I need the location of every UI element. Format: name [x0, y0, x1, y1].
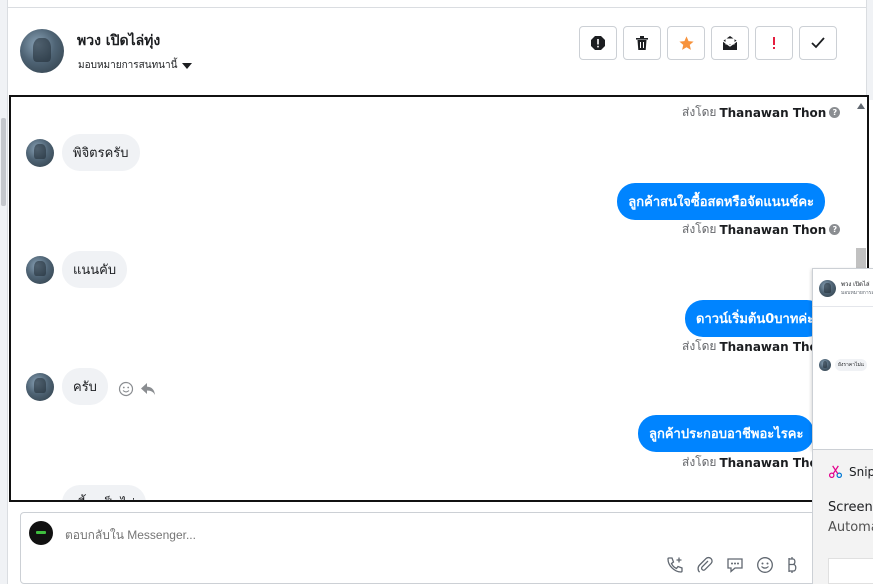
- popup-contact-name: พวง เปิดไล่: [841, 281, 870, 288]
- incoming-message: ครับ: [26, 368, 108, 405]
- snip-sub-message: Automa: [828, 520, 873, 535]
- attachment-icon[interactable]: [696, 556, 714, 578]
- reply-input[interactable]: [65, 528, 565, 542]
- composer-toolbar: [666, 556, 798, 578]
- report-button[interactable]: [579, 26, 617, 60]
- spam-button[interactable]: [755, 26, 793, 60]
- help-icon[interactable]: ?: [829, 107, 841, 118]
- snip-notification[interactable]: Snip Screens Automa: [812, 450, 873, 584]
- payment-icon[interactable]: [786, 556, 798, 578]
- assign-label: มอบหมายการสนทนานี้: [78, 60, 178, 71]
- message-bubble[interactable]: เลี้ยงเป็ดไล่: [62, 485, 147, 500]
- contact-avatar[interactable]: [26, 372, 54, 401]
- popup-assign-label: มอบหมายการสนท: [841, 290, 873, 296]
- reply-icon[interactable]: [140, 381, 156, 397]
- report-icon: [591, 36, 605, 50]
- sent-by-name: Thanawan Thon: [719, 222, 827, 237]
- saved-replies-icon[interactable]: [726, 556, 744, 578]
- contact-avatar: [819, 359, 831, 371]
- scroll-up-icon[interactable]: [857, 103, 865, 109]
- outgoing-message-bubble[interactable]: ลูกค้าประกอบอาชีพอะไรคะ: [638, 415, 815, 452]
- delete-button[interactable]: [623, 26, 661, 60]
- snip-title-row: Snip: [828, 464, 873, 479]
- sent-by-prefix: ส่งโดย: [682, 105, 717, 119]
- message-thread[interactable]: ส่งโดย Thanawan Thon ? พิจิตรครับ ลูกค้า…: [9, 95, 869, 502]
- trash-icon: [636, 36, 648, 50]
- outgoing-message-bubble[interactable]: ดาวน์เริ่มต้น0บาทค่ะ: [685, 300, 826, 337]
- left-scrollbar-thumb[interactable]: [1, 118, 6, 206]
- right-edge-panel: [866, 0, 873, 100]
- star-icon: [678, 35, 694, 50]
- caret-down-icon: [182, 62, 193, 69]
- message-bubble[interactable]: พิจิตรครับ: [62, 134, 140, 171]
- sent-by-prefix: ส่งโดย: [682, 339, 717, 353]
- check-icon: [811, 37, 825, 49]
- contact-avatar[interactable]: [26, 138, 54, 167]
- sent-by-name: Thanawan Thon: [719, 455, 827, 470]
- scissors-icon: [828, 465, 843, 479]
- popup-message: ยังราคาไม่แ: [819, 359, 868, 371]
- emoji-react-icon[interactable]: [118, 381, 134, 397]
- spam-icon: [773, 37, 775, 49]
- snip-message: Screens: [828, 500, 873, 515]
- message-bubble[interactable]: แนนคับ: [62, 251, 128, 288]
- snip-title: Snip: [849, 464, 873, 479]
- snip-thumbnail[interactable]: [828, 558, 873, 584]
- mail-icon: [722, 36, 738, 50]
- incoming-message: แนนคับ: [26, 251, 128, 288]
- conversation-preview-popup[interactable]: พวง เปิดไล่ มอบหมายการสนท ยังราคาไม่แ: [812, 268, 873, 450]
- outgoing-message-bubble[interactable]: ลูกค้าสนใจซื้อสดหรือจัดแนนช์คะ: [617, 183, 825, 220]
- sent-by-label: ส่งโดย Thanawan Thon ?: [682, 103, 841, 122]
- mark-unread-button[interactable]: [711, 26, 749, 60]
- popup-message-bubble: ยังราคาไม่แ: [835, 359, 868, 371]
- mark-done-button[interactable]: [799, 26, 837, 60]
- sent-by-label: ส่งโดย Thanawan Thon: [682, 453, 826, 472]
- contact-avatar[interactable]: [20, 29, 64, 73]
- contact-avatar[interactable]: [26, 255, 54, 284]
- page-avatar: [29, 521, 53, 545]
- sent-by-label: ส่งโดย Thanawan Thon: [682, 337, 826, 356]
- inbox-conversation-window: พวง เปิดไล่ทุ่ง มอบหมายการสนทนานี้ ส่งโด…: [0, 0, 873, 584]
- message-bubble[interactable]: ครับ: [62, 368, 108, 405]
- incoming-message: พิจิตรครับ: [26, 134, 140, 171]
- sent-by-name: Thanawan Thon: [719, 105, 827, 120]
- sent-by-prefix: ส่งโดย: [682, 222, 717, 236]
- contact-name[interactable]: พวง เปิดไล่ทุ่ง: [77, 30, 160, 52]
- star-button[interactable]: [667, 26, 705, 60]
- emoji-icon[interactable]: [756, 556, 774, 578]
- help-icon[interactable]: ?: [829, 224, 841, 235]
- contact-avatar: [819, 280, 836, 297]
- reply-composer: [20, 512, 820, 584]
- message-actions: [118, 381, 156, 397]
- call-icon[interactable]: [666, 556, 684, 578]
- sent-by-prefix: ส่งโดย: [682, 455, 717, 469]
- incoming-message: เลี้ยงเป็ดไล่: [62, 485, 147, 500]
- assign-conversation-dropdown[interactable]: มอบหมายการสนทนานี้: [78, 58, 193, 73]
- sent-by-label: ส่งโดย Thanawan Thon ?: [682, 220, 841, 239]
- popup-header: พวง เปิดไล่ มอบหมายการสนท: [813, 269, 873, 307]
- left-scrollbar[interactable]: [0, 0, 8, 584]
- conversation-actions: [579, 26, 837, 60]
- sent-by-name: Thanawan Thon: [719, 339, 827, 354]
